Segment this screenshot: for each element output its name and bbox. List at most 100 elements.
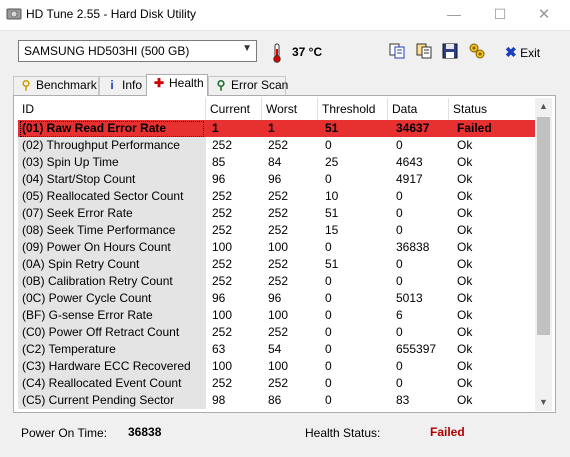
threshold-value: 0 (325, 274, 332, 288)
status-value: Ok (457, 223, 473, 237)
maximize-button[interactable]: ☐ (477, 0, 523, 30)
table-row[interactable]: (01) Raw Read Error Rate 1 1 51 34637 Failed (18, 120, 536, 137)
column-header-data[interactable]: Data (388, 98, 449, 120)
threshold-value: 0 (325, 308, 332, 322)
current-value: 100 (212, 359, 233, 373)
tab-info[interactable]: i Info (99, 76, 147, 95)
current-value: 1 (212, 121, 219, 135)
minimize-button[interactable]: — (431, 0, 477, 30)
column-header-current[interactable]: Current (206, 98, 262, 120)
column-header-worst[interactable]: Worst (262, 98, 318, 120)
column-header-status[interactable]: Status (449, 98, 536, 120)
thermometer-icon (273, 43, 281, 63)
table-row[interactable]: (C5) Current Pending Sector 98 86 0 83 Ok (18, 392, 536, 409)
raw-data: 655397 (396, 342, 437, 356)
status-value: Ok (457, 359, 473, 373)
threshold-value: 0 (325, 376, 332, 390)
drive-select-value: SAMSUNG HD503HI (500 GB) (24, 44, 190, 58)
vertical-scrollbar[interactable]: ▲ ▼ (535, 98, 552, 411)
table-row[interactable]: (0A) Spin Retry Count 252 252 51 0 Ok (18, 256, 536, 273)
raw-data: 0 (396, 359, 403, 373)
save-icon[interactable] (441, 42, 459, 60)
column-header-id[interactable]: ID (18, 98, 206, 120)
threshold-value: 0 (325, 291, 332, 305)
table-row[interactable]: (0B) Calibration Retry Count 252 252 0 0 Ok (18, 273, 536, 290)
table-row[interactable]: (07) Seek Error Rate 252 252 51 0 Ok (18, 205, 536, 222)
options-icon[interactable] (468, 42, 486, 60)
copy-all-icon[interactable] (415, 42, 433, 60)
current-value: 252 (212, 206, 233, 220)
app-disk-icon (6, 8, 22, 20)
scroll-up-arrow-icon[interactable]: ▲ (535, 98, 552, 115)
copy-icon[interactable] (388, 42, 406, 60)
raw-data: 0 (396, 257, 403, 271)
raw-data: 34637 (396, 121, 430, 135)
table-row[interactable]: (C0) Power Off Retract Count 252 252 0 0 Ok (18, 324, 536, 341)
raw-data: 0 (396, 223, 403, 237)
attribute-id: (0B) Calibration Retry Count (18, 273, 206, 290)
attribute-id: (03) Spin Up Time (18, 154, 206, 171)
threshold-value: 51 (325, 257, 339, 271)
exit-label: Exit (520, 46, 541, 60)
threshold-value: 0 (325, 342, 332, 356)
table-row[interactable]: (02) Throughput Performance 252 252 0 0 Ok (18, 137, 536, 154)
close-button[interactable]: ✕ (521, 0, 567, 30)
exit-button[interactable]: ✖ Exit (505, 44, 540, 61)
health-status-label: Health Status: (305, 426, 381, 440)
table-row[interactable]: (08) Seek Time Performance 252 252 15 0 Ok (18, 222, 536, 239)
tab-error-scan[interactable]: ⚲ Error Scan (208, 76, 288, 95)
table-row[interactable]: (BF) G-sense Error Rate 100 100 0 6 Ok (18, 307, 536, 324)
worst-value: 252 (268, 376, 289, 390)
tab-health[interactable]: ✚ Health (146, 74, 208, 96)
current-value: 96 (212, 172, 226, 186)
column-header-threshold[interactable]: Threshold (318, 98, 388, 120)
table-row[interactable]: (05) Reallocated Sector Count 252 252 10 0 Ok (18, 188, 536, 205)
worst-value: 252 (268, 189, 289, 203)
table-row[interactable]: (04) Start/Stop Count 96 96 0 4917 Ok (18, 171, 536, 188)
raw-data: 0 (396, 189, 403, 203)
window-title: HD Tune 2.55 - Hard Disk Utility (26, 7, 197, 21)
threshold-value: 0 (325, 359, 332, 373)
current-value: 252 (212, 189, 233, 203)
health-panel: ID Current Worst Threshold Data Status (… (13, 95, 556, 413)
current-value: 252 (212, 257, 233, 271)
drive-select[interactable]: SAMSUNG HD503HI (500 GB) ▼ (18, 40, 257, 62)
worst-value: 252 (268, 325, 289, 339)
current-value: 85 (212, 155, 226, 169)
exit-icon: ✖ (505, 44, 517, 60)
attribute-id: (BF) G-sense Error Rate (18, 307, 206, 324)
status-value: Ok (457, 325, 473, 339)
threshold-value: 0 (325, 172, 332, 186)
attribute-id: (09) Power On Hours Count (18, 239, 206, 256)
scrollbar-thumb[interactable] (537, 117, 550, 335)
status-value: Ok (457, 393, 473, 407)
smart-table: ID Current Worst Threshold Data Status (… (18, 98, 536, 411)
worst-value: 252 (268, 274, 289, 288)
status-value: Ok (457, 240, 473, 254)
status-value: Ok (457, 376, 473, 390)
attribute-id: (08) Seek Time Performance (18, 222, 206, 239)
scroll-down-arrow-icon[interactable]: ▼ (535, 394, 552, 411)
worst-value: 100 (268, 240, 289, 254)
current-value: 252 (212, 376, 233, 390)
current-value: 252 (212, 325, 233, 339)
attribute-id: (C0) Power Off Retract Count (18, 324, 206, 341)
current-value: 252 (212, 138, 233, 152)
table-row[interactable]: (C2) Temperature 63 54 0 655397 Ok (18, 341, 536, 358)
current-value: 252 (212, 223, 233, 237)
current-value: 98 (212, 393, 226, 407)
raw-data: 0 (396, 325, 403, 339)
table-row[interactable]: (03) Spin Up Time 85 84 25 4643 Ok (18, 154, 536, 171)
table-row[interactable]: (09) Power On Hours Count 100 100 0 36838 Ok (18, 239, 536, 256)
tab-benchmark[interactable]: ⚲ Benchmark (13, 76, 99, 95)
power-on-time-value: 36838 (128, 425, 162, 439)
worst-value: 252 (268, 257, 289, 271)
current-value: 100 (212, 240, 233, 254)
raw-data: 0 (396, 376, 403, 390)
status-bar: Power On Time: 36838 Health Status: Fail… (0, 416, 570, 446)
table-row[interactable]: (C3) Hardware ECC Recovered 100 100 0 0 Ok (18, 358, 536, 375)
table-row[interactable]: (0C) Power Cycle Count 96 96 0 5013 Ok (18, 290, 536, 307)
health-status-value: Failed (430, 425, 465, 439)
threshold-value: 10 (325, 189, 339, 203)
table-row[interactable]: (C4) Reallocated Event Count 252 252 0 0 Ok (18, 375, 536, 392)
